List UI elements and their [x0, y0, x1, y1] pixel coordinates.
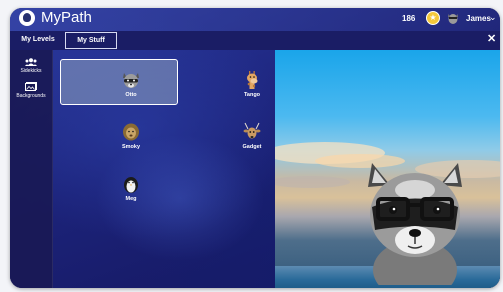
- lion-icon: [123, 123, 139, 141]
- sidekick-grid: Otto Tango Smoky Gadget Meg: [52, 50, 274, 288]
- people-icon: [25, 58, 37, 66]
- close-icon[interactable]: ✕: [487, 32, 496, 45]
- user-avatar-icon[interactable]: [447, 11, 459, 25]
- tab-my-levels[interactable]: My Levels: [14, 32, 62, 49]
- sidebar-item-sidekicks[interactable]: Sidekicks: [10, 58, 52, 74]
- points-count: 186: [402, 14, 416, 23]
- tab-my-stuff[interactable]: My Stuff: [65, 32, 117, 49]
- sidekick-name: Gadget: [242, 144, 262, 150]
- sidebar-item-backgrounds[interactable]: Backgrounds: [10, 82, 52, 99]
- sidekick-preview: [275, 50, 500, 288]
- sidekick-tile-smoky[interactable]: Smoky: [101, 118, 161, 158]
- sidekick-name: Smoky: [121, 144, 141, 150]
- chevron-down-icon[interactable]: ⌄: [489, 12, 497, 23]
- penguin-icon: [124, 177, 138, 193]
- deer-icon: [243, 122, 261, 139]
- sidekick-name: Meg: [125, 196, 137, 202]
- image-icon: [25, 82, 37, 91]
- sidekick-tile-gadget[interactable]: Gadget: [222, 118, 282, 158]
- raccoon-icon: [123, 73, 139, 88]
- sidekick-tile-meg[interactable]: Meg: [101, 170, 161, 210]
- sidebar-item-label: Sidekicks: [20, 68, 42, 74]
- user-menu-button[interactable]: James: [466, 14, 491, 23]
- app-window: MyPath 186 ★ James ⌄ My Levels My Stuff …: [10, 8, 500, 288]
- star-coin-icon: ★: [426, 11, 440, 25]
- cloud: [275, 176, 350, 188]
- sidekick-tile-otto[interactable]: Otto: [101, 66, 161, 106]
- sidekick-name: Tango: [243, 92, 261, 98]
- app-title: MyPath: [41, 9, 92, 26]
- raccoon-preview-icon: [368, 163, 462, 285]
- sidebar: Sidekicks Backgrounds: [10, 50, 53, 288]
- mypath-logo-icon: [19, 10, 35, 26]
- sidebar-item-label: Backgrounds: [16, 93, 46, 99]
- nav-bar: My Levels My Stuff: [10, 31, 500, 50]
- top-bar: MyPath 186 ★ James ⌄: [10, 8, 500, 31]
- sidekick-name: Otto: [125, 92, 137, 98]
- sidekick-tile-tango[interactable]: Tango: [222, 66, 282, 106]
- giraffe-icon: [247, 71, 258, 89]
